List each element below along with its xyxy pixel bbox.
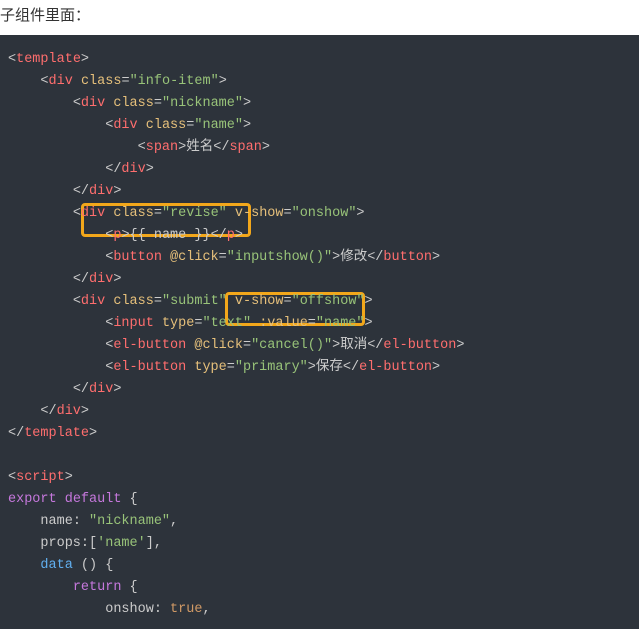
code-line: export default { [8,489,631,511]
code-line: </div> [8,159,631,181]
code-line: <div class="name"> [8,115,631,137]
code-line: </div> [8,269,631,291]
code-line: onshow: true, [8,599,631,621]
code-line: return { [8,577,631,599]
code-line [8,445,631,467]
code-line: data () { [8,555,631,577]
code-line: <div class="nickname"> [8,93,631,115]
code-line: </div> [8,181,631,203]
code-line: name: "nickname", [8,511,631,533]
code-line: <p>{{ name }}</p> [8,225,631,247]
code-line: <div class="info-item"> [8,71,631,93]
code-line: <el-button type="primary">保存</el-button> [8,357,631,379]
code-line: <div class="revise" v-show="onshow"> [8,203,631,225]
code-line: <button @click="inputshow()">修改</button> [8,247,631,269]
code-line: <span>姓名</span> [8,137,631,159]
code-line: <script> [8,467,631,489]
code-snippet: <template> <div class="info-item"> <div … [0,35,639,629]
code-line: <input type="text" :value="name"> [8,313,631,335]
code-line: </div> [8,401,631,423]
code-line: <template> [8,49,631,71]
code-line: </div> [8,379,631,401]
code-line: <el-button @click="cancel()">取消</el-butt… [8,335,631,357]
code-line: </template> [8,423,631,445]
section-heading: 子组件里面： [0,0,639,35]
code-line: props:['name'], [8,533,631,555]
code-line: <div class="submit" v-show="offshow"> [8,291,631,313]
